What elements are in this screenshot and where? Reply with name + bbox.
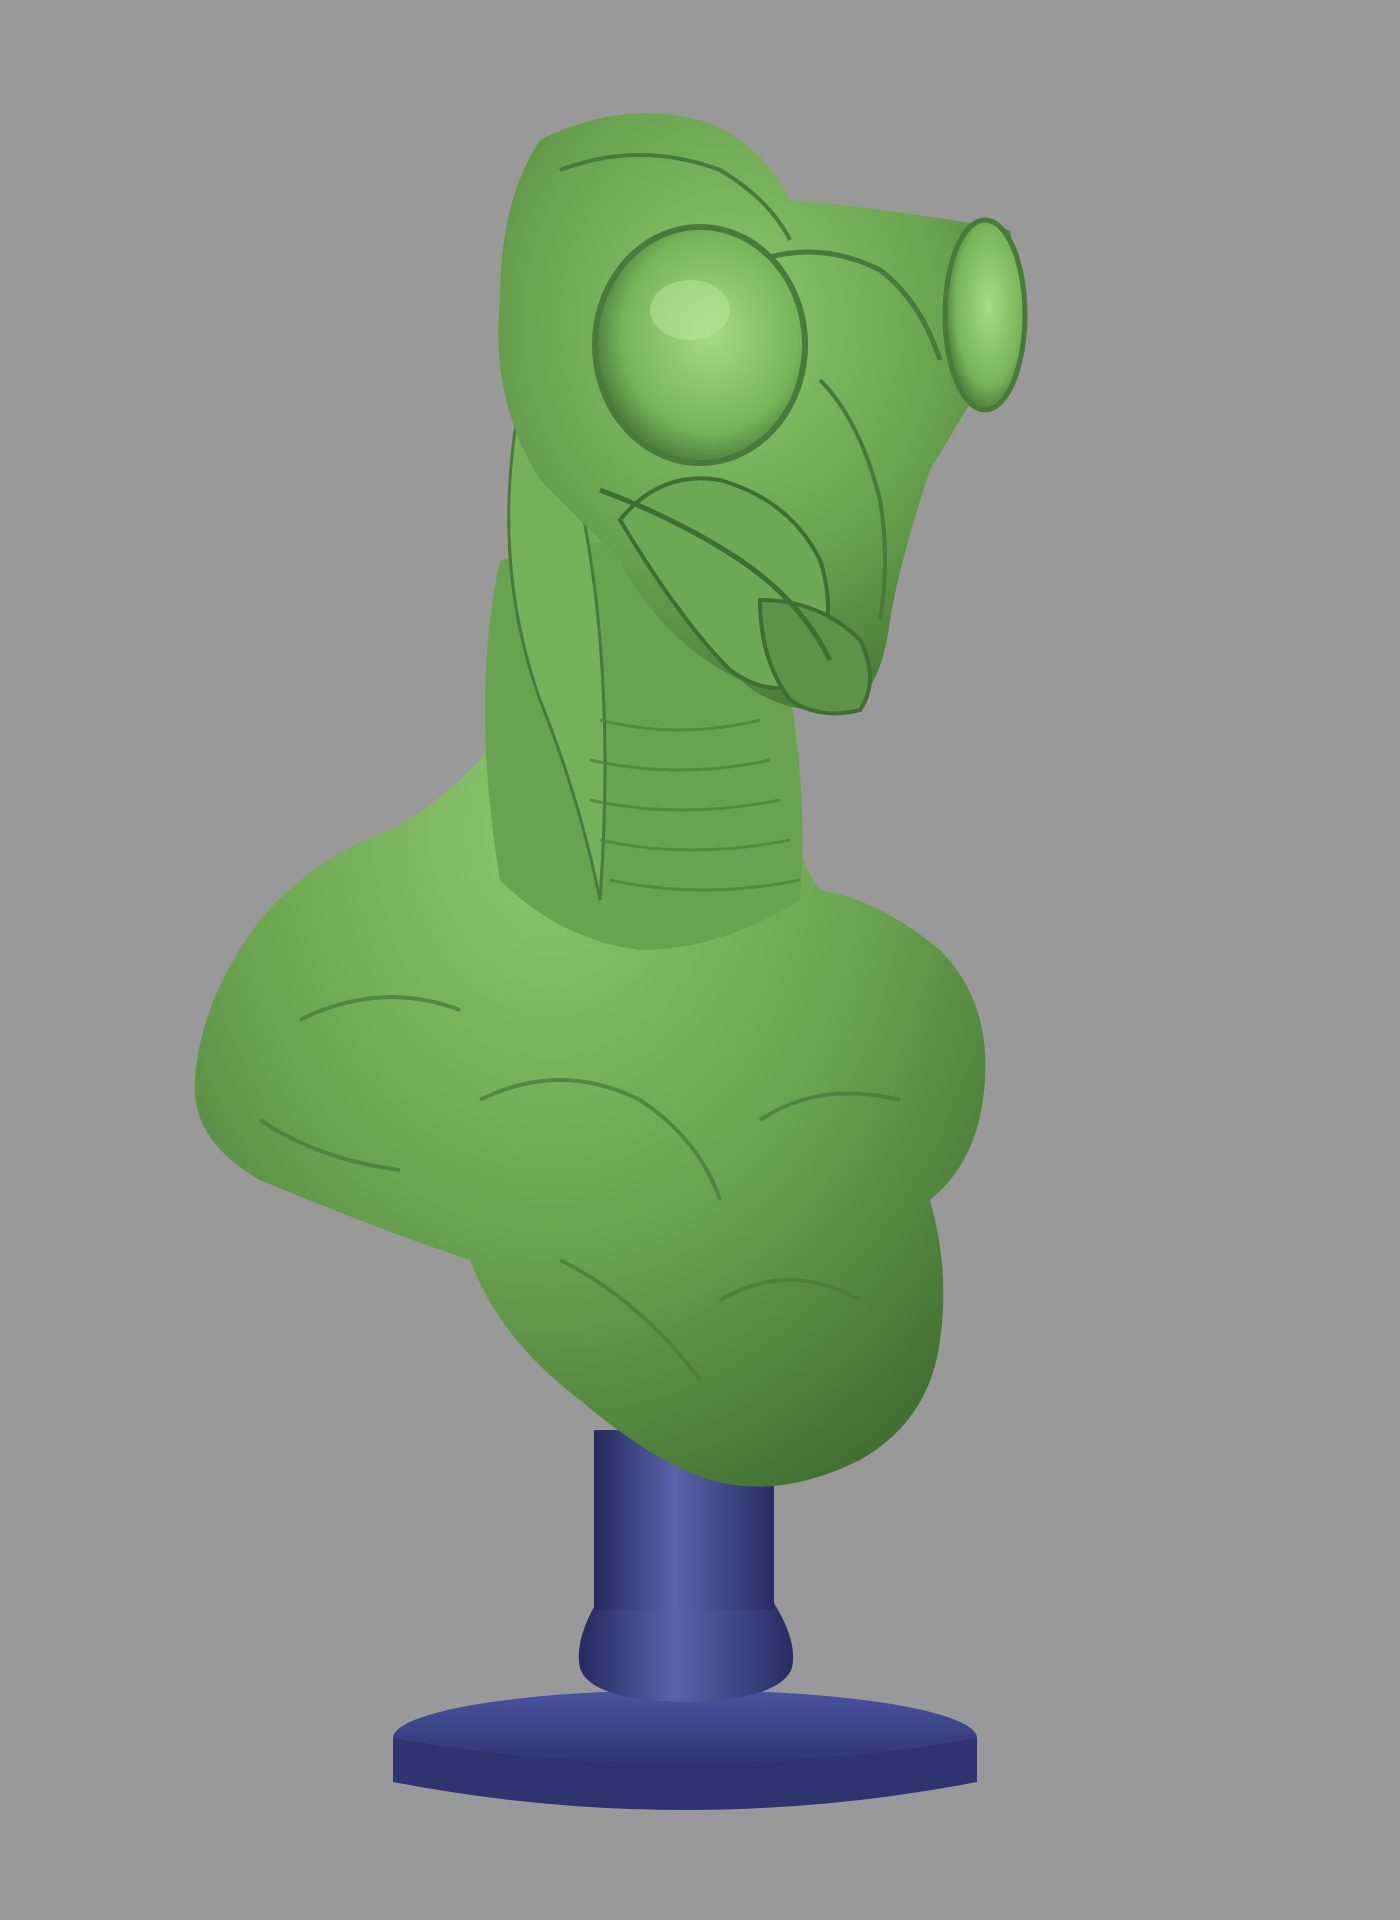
alien-bust — [194, 113, 1028, 1487]
eye-right — [942, 217, 1028, 413]
stand — [393, 1430, 977, 1810]
eye-left — [592, 224, 808, 466]
stand-neck-knob — [578, 1600, 794, 1702]
eye-left-highlight — [650, 280, 730, 340]
scene-svg — [194, 113, 1028, 1810]
sculpt-viewport[interactable] — [0, 0, 1400, 1920]
